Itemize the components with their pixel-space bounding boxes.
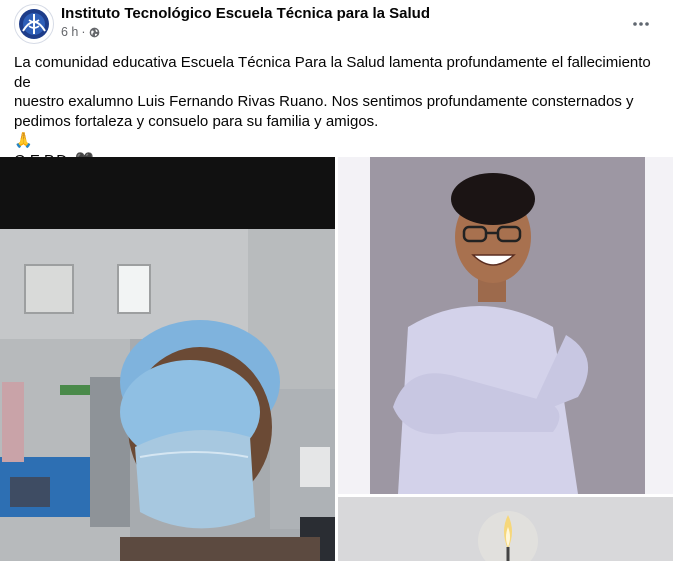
post-time[interactable]: 6 h (61, 25, 78, 39)
photo-hospital-image (0, 157, 335, 561)
post-text-line: nuestro exalumno Luis Fernando Rivas Rua… (14, 93, 634, 110)
more-options-button[interactable] (627, 10, 655, 38)
post-message: La comunidad educativa Escuela Técnica P… (14, 53, 664, 170)
post-text-line: pedimos fortaleza y consuelo para su fam… (14, 112, 379, 130)
page-logo-icon (16, 6, 52, 42)
photo-portrait[interactable] (338, 157, 673, 494)
praying-hands-emoji: 🙏 (14, 132, 33, 149)
candle-image (338, 497, 673, 561)
photo-grid (0, 157, 673, 561)
more-options-icon (633, 22, 649, 26)
meta-separator: · (81, 25, 86, 39)
photo-hospital[interactable] (0, 157, 335, 561)
photo-candle[interactable] (338, 497, 673, 561)
post-meta: 6 h · (61, 25, 100, 39)
globe-icon[interactable] (89, 27, 100, 38)
post-header: Instituto Tecnológico Escuela Técnica pa… (0, 0, 673, 46)
post-text-line: La comunidad educativa Escuela Técnica P… (14, 54, 651, 91)
page-name-link[interactable]: Instituto Tecnológico Escuela Técnica pa… (61, 5, 430, 22)
photo-portrait-image (338, 157, 673, 494)
page-avatar[interactable] (14, 4, 54, 44)
